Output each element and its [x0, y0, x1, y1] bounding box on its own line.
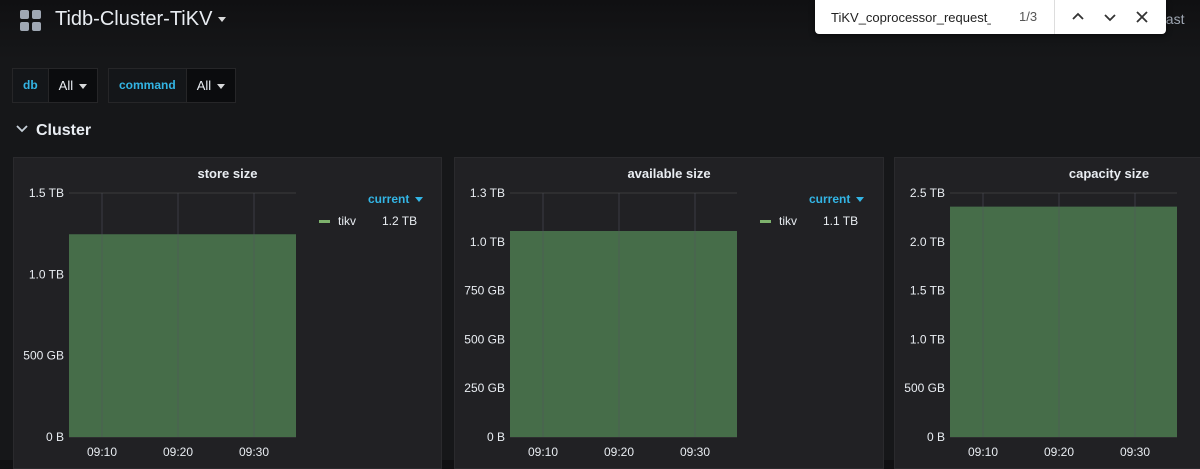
caret-down-icon	[217, 84, 226, 90]
x-tick-label: 09:10	[528, 445, 558, 458]
x-tick-label: 09:20	[1044, 445, 1074, 458]
variable-db-select[interactable]: All	[48, 68, 99, 103]
find-previous-button[interactable]	[1066, 0, 1090, 34]
chevron-down-icon	[16, 125, 28, 133]
chevron-up-icon	[1072, 12, 1084, 20]
x-tick-label: 09:20	[163, 445, 193, 458]
dashboard-grid-icon[interactable]	[20, 10, 42, 32]
chart-store-size: 0 B 500 GB 1.0 TB 1.5 TB 09:10 09:20 09:30	[23, 186, 296, 458]
legend-sort-current[interactable]: current	[809, 192, 865, 206]
y-tick-label: 1.3 TB	[470, 186, 505, 200]
legend-series-tikv[interactable]: tikv	[760, 214, 797, 228]
variable-command: command All	[108, 68, 237, 103]
caret-down-icon	[415, 197, 424, 203]
series-area	[69, 235, 296, 437]
find-input[interactable]	[831, 0, 991, 34]
dashboard-title: Tidb-Cluster-TiKV	[55, 8, 213, 30]
variable-label: db	[12, 68, 49, 103]
series-area	[510, 232, 737, 437]
legend-value: 1.1 TB	[823, 214, 859, 228]
y-tick-label: 1.0 TB	[470, 235, 505, 249]
caret-down-icon	[218, 17, 227, 23]
chart-available-size: 0 B 250 GB 500 GB 750 GB 1.0 TB 1.3 TB 09:10 09…	[464, 186, 737, 458]
x-tick-label: 09:30	[1120, 445, 1150, 458]
y-tick-label: 0 B	[927, 430, 945, 444]
series-area	[950, 207, 1177, 437]
variable-command-select[interactable]: All	[186, 68, 237, 103]
x-tick-label: 09:10	[87, 445, 117, 458]
y-tick-label: 2.0 TB	[910, 235, 945, 249]
y-tick-label: 500 GB	[464, 332, 505, 346]
legend-sort-current[interactable]: current	[368, 192, 424, 206]
panel-store-size: store size 0 B 500 GB 1.0 TB 1.5 TB 09:10 09:…	[13, 157, 442, 469]
variable-db: db All	[12, 68, 99, 103]
x-tick-label: 09:20	[604, 445, 634, 458]
y-tick-label: 1.0 TB	[29, 267, 64, 281]
row-collapse-toggle[interactable]: Cluster	[16, 122, 91, 140]
find-bar: 1/3	[815, 0, 1166, 34]
legend-series-tikv[interactable]: tikv	[319, 214, 356, 228]
caret-down-icon	[79, 84, 88, 90]
find-match-count: 1/3	[1019, 9, 1038, 24]
close-icon	[1136, 11, 1148, 23]
find-close-button[interactable]	[1130, 0, 1154, 34]
legend-value: 1.2 TB	[382, 214, 418, 228]
x-tick-label: 09:30	[680, 445, 710, 458]
y-tick-label: 250 GB	[464, 381, 505, 395]
find-divider	[1054, 0, 1055, 34]
legend-swatch	[319, 220, 330, 224]
y-tick-label: 500 GB	[23, 349, 64, 363]
dashboard-title-picker[interactable]: Tidb-Cluster-TiKV	[55, 8, 227, 31]
chevron-down-icon	[1104, 14, 1116, 22]
legend-swatch	[760, 220, 771, 224]
x-tick-label: 09:10	[968, 445, 998, 458]
x-tick-label: 09:30	[239, 445, 269, 458]
y-tick-label: 500 GB	[904, 381, 945, 395]
chart-capacity-size: 0 B 500 GB 1.0 TB 1.5 TB 2.0 TB 2.5 TB 09:10 09…	[904, 186, 1177, 458]
variable-label: command	[108, 68, 187, 103]
y-tick-label: 1.0 TB	[910, 332, 945, 346]
y-tick-label: 0 B	[487, 430, 505, 444]
y-tick-label: 750 GB	[464, 284, 505, 298]
y-tick-label: 0 B	[46, 430, 64, 444]
caret-down-icon	[856, 197, 865, 203]
find-next-button[interactable]	[1098, 0, 1122, 34]
row-title: Cluster	[36, 122, 92, 139]
y-tick-label: 2.5 TB	[910, 186, 945, 200]
panel-capacity-size: capacity size 0 B 500 GB 1.0 TB 1.5 TB 2.0 T…	[894, 157, 1200, 469]
y-tick-label: 1.5 TB	[29, 186, 64, 200]
y-tick-label: 1.5 TB	[910, 284, 945, 298]
panel-available-size: available size 0 B 250 GB 500 GB 750 GB 1.0 …	[454, 157, 884, 469]
